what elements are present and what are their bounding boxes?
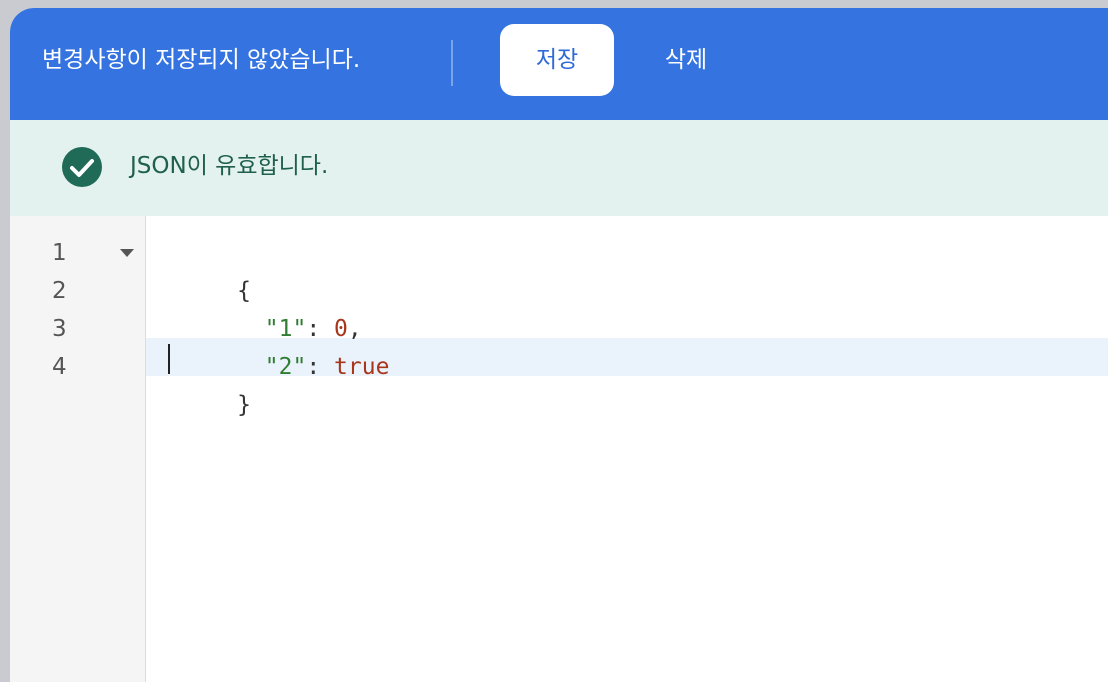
line-number: 1	[52, 234, 134, 272]
line-number: 3	[52, 316, 67, 342]
validation-status-bar: JSON이 유효합니다.	[10, 120, 1108, 216]
line-number-text: 1	[52, 240, 67, 266]
key-separator: :	[306, 354, 335, 380]
validation-status-message: JSON이 유효합니다.	[130, 153, 329, 179]
code-editor[interactable]: { "1": 0, "2": true }	[146, 216, 1108, 682]
line-number: 2	[52, 278, 67, 304]
json-boolean-value: true	[334, 354, 390, 380]
save-button[interactable]: 저장	[500, 24, 614, 96]
json-key: "2"	[264, 354, 307, 380]
line-number-gutter: 1 2 3 4	[10, 216, 146, 682]
unsaved-changes-bar: 변경사항이 저장되지 않았습니다. 저장 삭제	[10, 8, 1108, 120]
fold-arrow-icon[interactable]	[120, 249, 134, 257]
json-editor-window: 변경사항이 저장되지 않았습니다. 저장 삭제 JSON이 유효합니다. 1 2…	[10, 8, 1108, 682]
code-line[interactable]: "2": true	[154, 310, 390, 380]
code-line[interactable]: {	[154, 234, 251, 304]
check-circle-icon	[62, 147, 102, 187]
unsaved-changes-message: 변경사항이 저장되지 않았습니다.	[42, 47, 361, 73]
toolbar-divider	[451, 40, 453, 86]
code-line[interactable]: "1": 0,	[154, 272, 362, 342]
close-brace: }	[237, 392, 251, 418]
delete-button[interactable]: 삭제	[630, 24, 742, 96]
line-number: 4	[52, 354, 67, 380]
text-cursor	[168, 344, 170, 374]
